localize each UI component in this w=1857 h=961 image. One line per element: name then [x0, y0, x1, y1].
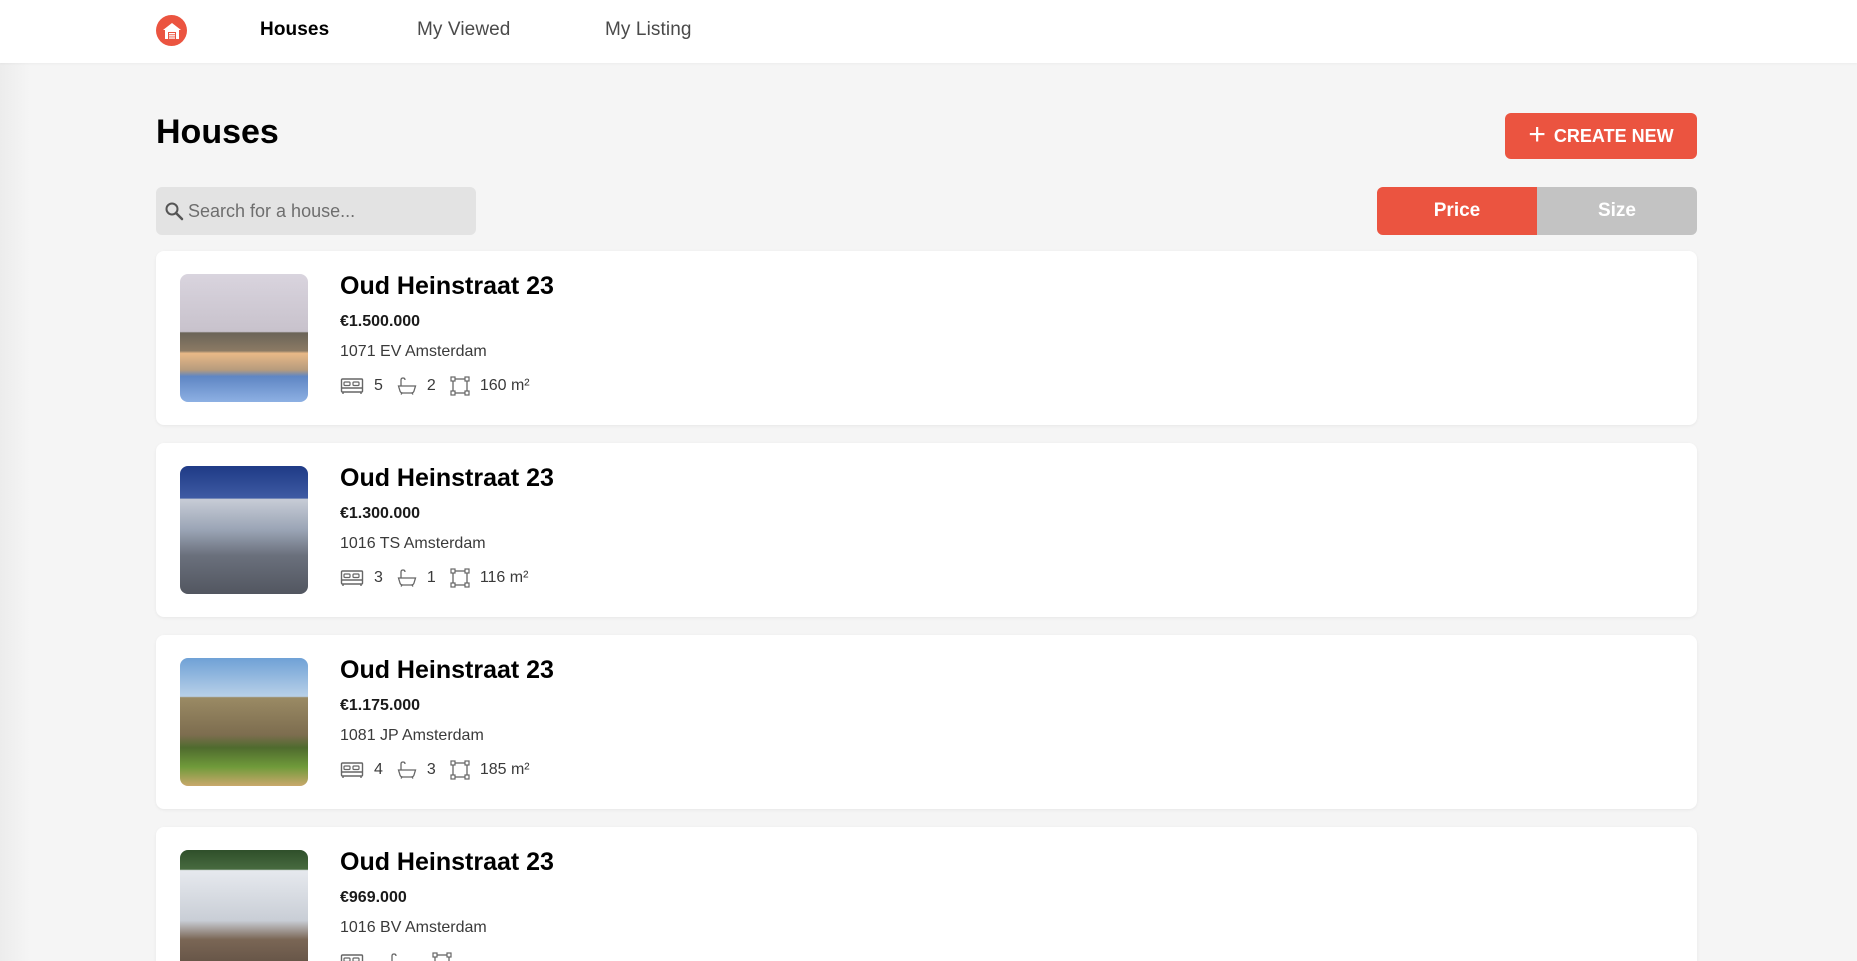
top-navigation: Houses My Viewed My Listing	[0, 0, 1857, 63]
area-icon	[450, 760, 470, 780]
listing-features	[340, 951, 476, 961]
listing-price: €1.175.000	[340, 697, 421, 714]
listing-features: 4 3 185 m²	[340, 759, 544, 781]
size-value: 185 m²	[479, 761, 530, 778]
listing-features: 5 2 160 m²	[340, 375, 544, 397]
sort-size-button[interactable]: Size	[1537, 187, 1697, 235]
bathrooms-count: 2	[426, 377, 436, 394]
listing-card[interactable]: Oud Heinstraat 23 €1.300.000 1016 TS Ams…	[156, 443, 1697, 617]
area-icon	[450, 568, 470, 588]
listing-card[interactable]: Oud Heinstraat 23 €969.000 1016 BV Amste…	[156, 827, 1697, 961]
house-photo	[180, 274, 308, 402]
house-photo	[180, 466, 308, 594]
listing-address: 1081 JP Amsterdam	[340, 727, 484, 744]
search-box	[156, 187, 476, 235]
bathrooms-count: 1	[426, 569, 436, 586]
listing-title: Oud Heinstraat 23	[340, 656, 554, 684]
bath-icon	[397, 569, 417, 587]
listing-price: €969.000	[340, 889, 407, 906]
listing-address: 1016 TS Amsterdam	[340, 535, 486, 552]
listing-address: 1016 BV Amsterdam	[340, 919, 487, 936]
bath-icon	[397, 377, 417, 395]
listing-price: €1.300.000	[340, 505, 421, 522]
search-icon	[165, 202, 184, 221]
listing-title: Oud Heinstraat 23	[340, 272, 554, 300]
listing-features: 3 1 116 m²	[340, 567, 542, 589]
nav-my-viewed[interactable]: My Viewed	[417, 19, 510, 41]
house-photo	[180, 850, 308, 961]
sort-toggle: Price Size	[1377, 187, 1697, 235]
bed-icon	[340, 953, 364, 961]
house-logo-icon[interactable]	[156, 15, 187, 46]
area-icon	[450, 376, 470, 396]
size-value: 160 m²	[479, 377, 530, 394]
area-icon	[432, 952, 452, 961]
bed-icon	[340, 761, 364, 779]
listing-card[interactable]: Oud Heinstraat 23 €1.175.000 1081 JP Ams…	[156, 635, 1697, 809]
bath-icon	[397, 761, 417, 779]
listing-price: €1.500.000	[340, 313, 421, 330]
bed-icon	[340, 569, 364, 587]
house-photo	[180, 658, 308, 786]
sort-price-button[interactable]: Price	[1377, 187, 1537, 235]
page-title: Houses	[156, 113, 279, 151]
page-edge-shade	[0, 0, 30, 961]
bedrooms-count: 4	[374, 761, 383, 778]
plus-icon: +	[1528, 117, 1546, 151]
listing-address: 1071 EV Amsterdam	[340, 343, 487, 360]
bath-icon	[388, 953, 408, 961]
bedrooms-count: 3	[374, 569, 383, 586]
bathrooms-count: 3	[426, 761, 436, 778]
nav-my-listing[interactable]: My Listing	[605, 19, 692, 41]
create-new-label: CREATE NEW	[1553, 125, 1674, 146]
create-new-button[interactable]: + CREATE NEW	[1505, 113, 1697, 159]
nav-houses[interactable]: Houses	[260, 19, 329, 41]
listing-title: Oud Heinstraat 23	[340, 848, 554, 876]
size-value: 116 m²	[479, 569, 529, 586]
bedrooms-count: 5	[374, 377, 383, 394]
search-input[interactable]	[188, 200, 468, 222]
listing-title: Oud Heinstraat 23	[340, 464, 554, 492]
bed-icon	[340, 377, 364, 395]
listing-card[interactable]: Oud Heinstraat 23 €1.500.000 1071 EV Ams…	[156, 251, 1697, 425]
